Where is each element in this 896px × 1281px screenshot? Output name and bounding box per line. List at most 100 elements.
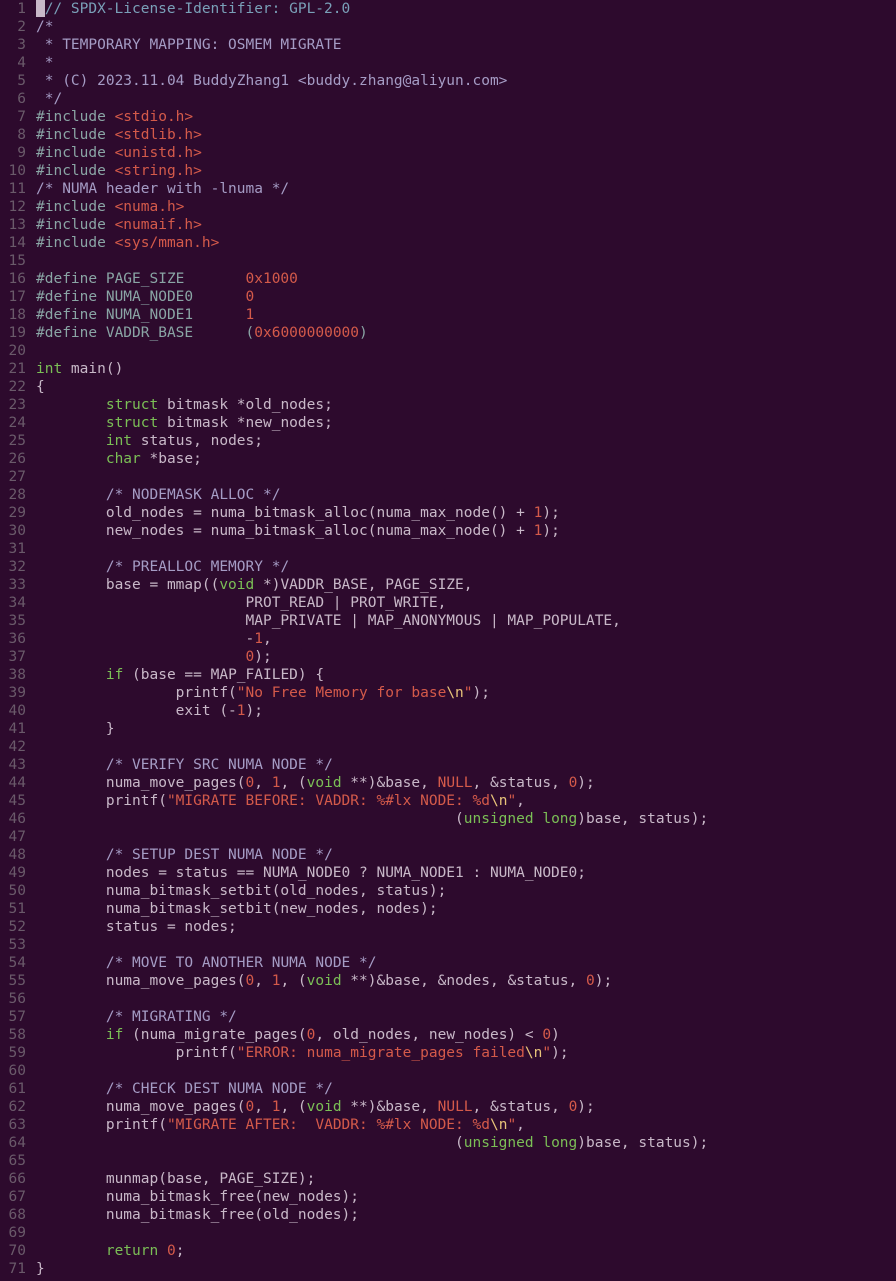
code-line[interactable]: numa_move_pages(0, 1, (void **)&base, NU…	[36, 1098, 896, 1116]
code-line[interactable]	[36, 1062, 896, 1080]
code-line[interactable]: int main()	[36, 360, 896, 378]
code-line[interactable]: /*	[36, 18, 896, 36]
code-line[interactable]: #include <stdlib.h>	[36, 126, 896, 144]
code-line[interactable]: numa_bitmask_free(new_nodes);	[36, 1188, 896, 1206]
code-line[interactable]	[36, 252, 896, 270]
code-line[interactable]: exit (-1);	[36, 702, 896, 720]
code-line[interactable]: MAP_PRIVATE | MAP_ANONYMOUS | MAP_POPULA…	[36, 612, 896, 630]
token-pl: , (	[280, 775, 306, 791]
code-line[interactable]	[36, 342, 896, 360]
code-line[interactable]: /* MIGRATING */	[36, 1008, 896, 1026]
code-line[interactable]: 0);	[36, 648, 896, 666]
code-line[interactable]: -1,	[36, 630, 896, 648]
code-line[interactable]: #include <numa.h>	[36, 198, 896, 216]
code-line[interactable]: old_nodes = numa_bitmask_alloc(numa_max_…	[36, 504, 896, 522]
code-line[interactable]: numa_bitmask_free(old_nodes);	[36, 1206, 896, 1224]
token-pl: main()	[62, 361, 123, 377]
line-number: 12	[0, 198, 26, 216]
code-line[interactable]: numa_move_pages(0, 1, (void **)&base, &n…	[36, 972, 896, 990]
code-line[interactable]: }	[36, 1260, 896, 1278]
code-line[interactable]: numa_move_pages(0, 1, (void **)&base, NU…	[36, 774, 896, 792]
token-nm: NULL	[438, 775, 473, 791]
code-line[interactable]: /* NODEMASK ALLOC */	[36, 486, 896, 504]
line-number: 57	[0, 1008, 26, 1026]
code-line[interactable]: #include <string.h>	[36, 162, 896, 180]
line-number: 46	[0, 810, 26, 828]
code-line[interactable]: if (numa_migrate_pages(0, old_nodes, new…	[36, 1026, 896, 1044]
line-number: 51	[0, 900, 26, 918]
code-editor[interactable]: 1234567891011121314151617181920212223242…	[0, 0, 896, 1281]
code-line[interactable]	[36, 990, 896, 1008]
token-pp: #include	[36, 163, 115, 179]
token-pp: #include	[36, 235, 115, 251]
code-line[interactable]: if (base == MAP_FAILED) {	[36, 666, 896, 684]
code-line[interactable]: status = nodes;	[36, 918, 896, 936]
line-number: 63	[0, 1116, 26, 1134]
token-hdr: <stdio.h>	[115, 109, 194, 125]
code-line[interactable]: struct bitmask *old_nodes;	[36, 396, 896, 414]
code-line[interactable]: printf("MIGRATE BEFORE: VADDR: %#lx NODE…	[36, 792, 896, 810]
code-line[interactable]: /* NUMA header with -lnuma */	[36, 180, 896, 198]
code-line[interactable]: PROT_READ | PROT_WRITE,	[36, 594, 896, 612]
code-line[interactable]: *	[36, 54, 896, 72]
code-line[interactable]: int status, nodes;	[36, 432, 896, 450]
code-line[interactable]: base = mmap((void *)VADDR_BASE, PAGE_SIZ…	[36, 576, 896, 594]
code-line[interactable]: {	[36, 378, 896, 396]
code-line[interactable]: #define VADDR_BASE (0x6000000000)	[36, 324, 896, 342]
code-line[interactable]: numa_bitmask_setbit(new_nodes, nodes);	[36, 900, 896, 918]
code-line[interactable]	[36, 1152, 896, 1170]
code-line[interactable]	[36, 738, 896, 756]
code-line[interactable]: // SPDX-License-Identifier: GPL-2.0	[36, 0, 896, 18]
code-line[interactable]: #include <unistd.h>	[36, 144, 896, 162]
token-pl	[36, 1081, 106, 1097]
code-line[interactable]: printf("ERROR: numa_migrate_pages failed…	[36, 1044, 896, 1062]
code-line[interactable]: #include <stdio.h>	[36, 108, 896, 126]
code-line[interactable]: #include <numaif.h>	[36, 216, 896, 234]
code-line[interactable]: numa_bitmask_setbit(old_nodes, status);	[36, 882, 896, 900]
code-line[interactable]: nodes = status == NUMA_NODE0 ? NUMA_NODE…	[36, 864, 896, 882]
code-line[interactable]: (unsigned long)base, status);	[36, 810, 896, 828]
token-pl: );	[577, 1099, 594, 1115]
code-line[interactable]: (unsigned long)base, status);	[36, 1134, 896, 1152]
code-line[interactable]: /* VERIFY SRC NUMA NODE */	[36, 756, 896, 774]
code-line[interactable]	[36, 468, 896, 486]
code-line[interactable]	[36, 1224, 896, 1242]
code-line[interactable]: /* PREALLOC MEMORY */	[36, 558, 896, 576]
code-line[interactable]: /* CHECK DEST NUMA NODE */	[36, 1080, 896, 1098]
line-number: 53	[0, 936, 26, 954]
token-pl: exit (-	[36, 703, 237, 719]
code-line[interactable]: printf("MIGRATE AFTER: VADDR: %#lx NODE:…	[36, 1116, 896, 1134]
line-number: 34	[0, 594, 26, 612]
code-area[interactable]: // SPDX-License-Identifier: GPL-2.0/* * …	[32, 0, 896, 1281]
code-line[interactable]: new_nodes = numa_bitmask_alloc(numa_max_…	[36, 522, 896, 540]
code-line[interactable]: /* SETUP DEST NUMA NODE */	[36, 846, 896, 864]
code-line[interactable]: struct bitmask *new_nodes;	[36, 414, 896, 432]
token-cb: * TEMPORARY MAPPING: OSMEM MIGRATE	[36, 37, 342, 53]
code-line[interactable]: * TEMPORARY MAPPING: OSMEM MIGRATE	[36, 36, 896, 54]
code-line[interactable]	[36, 540, 896, 558]
code-line[interactable]: #include <sys/mman.h>	[36, 234, 896, 252]
token-nm: 0	[569, 1099, 578, 1115]
code-line[interactable]: /* MOVE TO ANOTHER NUMA NODE */	[36, 954, 896, 972]
line-number: 67	[0, 1188, 26, 1206]
code-line[interactable]: return 0;	[36, 1242, 896, 1260]
code-line[interactable]: */	[36, 90, 896, 108]
token-esc: \n	[446, 685, 463, 701]
code-line[interactable]: char *base;	[36, 450, 896, 468]
line-number: 54	[0, 954, 26, 972]
line-number: 29	[0, 504, 26, 522]
token-pl: **)&base,	[342, 1099, 438, 1115]
code-line[interactable]	[36, 828, 896, 846]
code-line[interactable]: #define PAGE_SIZE 0x1000	[36, 270, 896, 288]
token-pl: {	[36, 379, 45, 395]
code-line[interactable]	[36, 936, 896, 954]
code-line[interactable]: }	[36, 720, 896, 738]
token-pp: #define NUMA_NODE1	[36, 307, 246, 323]
code-line[interactable]: * (C) 2023.11.04 BuddyZhang1 <buddy.zhan…	[36, 72, 896, 90]
token-pl: ,	[254, 1099, 271, 1115]
token-pl: , (	[280, 1099, 306, 1115]
code-line[interactable]: #define NUMA_NODE0 0	[36, 288, 896, 306]
code-line[interactable]: munmap(base, PAGE_SIZE);	[36, 1170, 896, 1188]
code-line[interactable]: printf("No Free Memory for base\n");	[36, 684, 896, 702]
code-line[interactable]: #define NUMA_NODE1 1	[36, 306, 896, 324]
